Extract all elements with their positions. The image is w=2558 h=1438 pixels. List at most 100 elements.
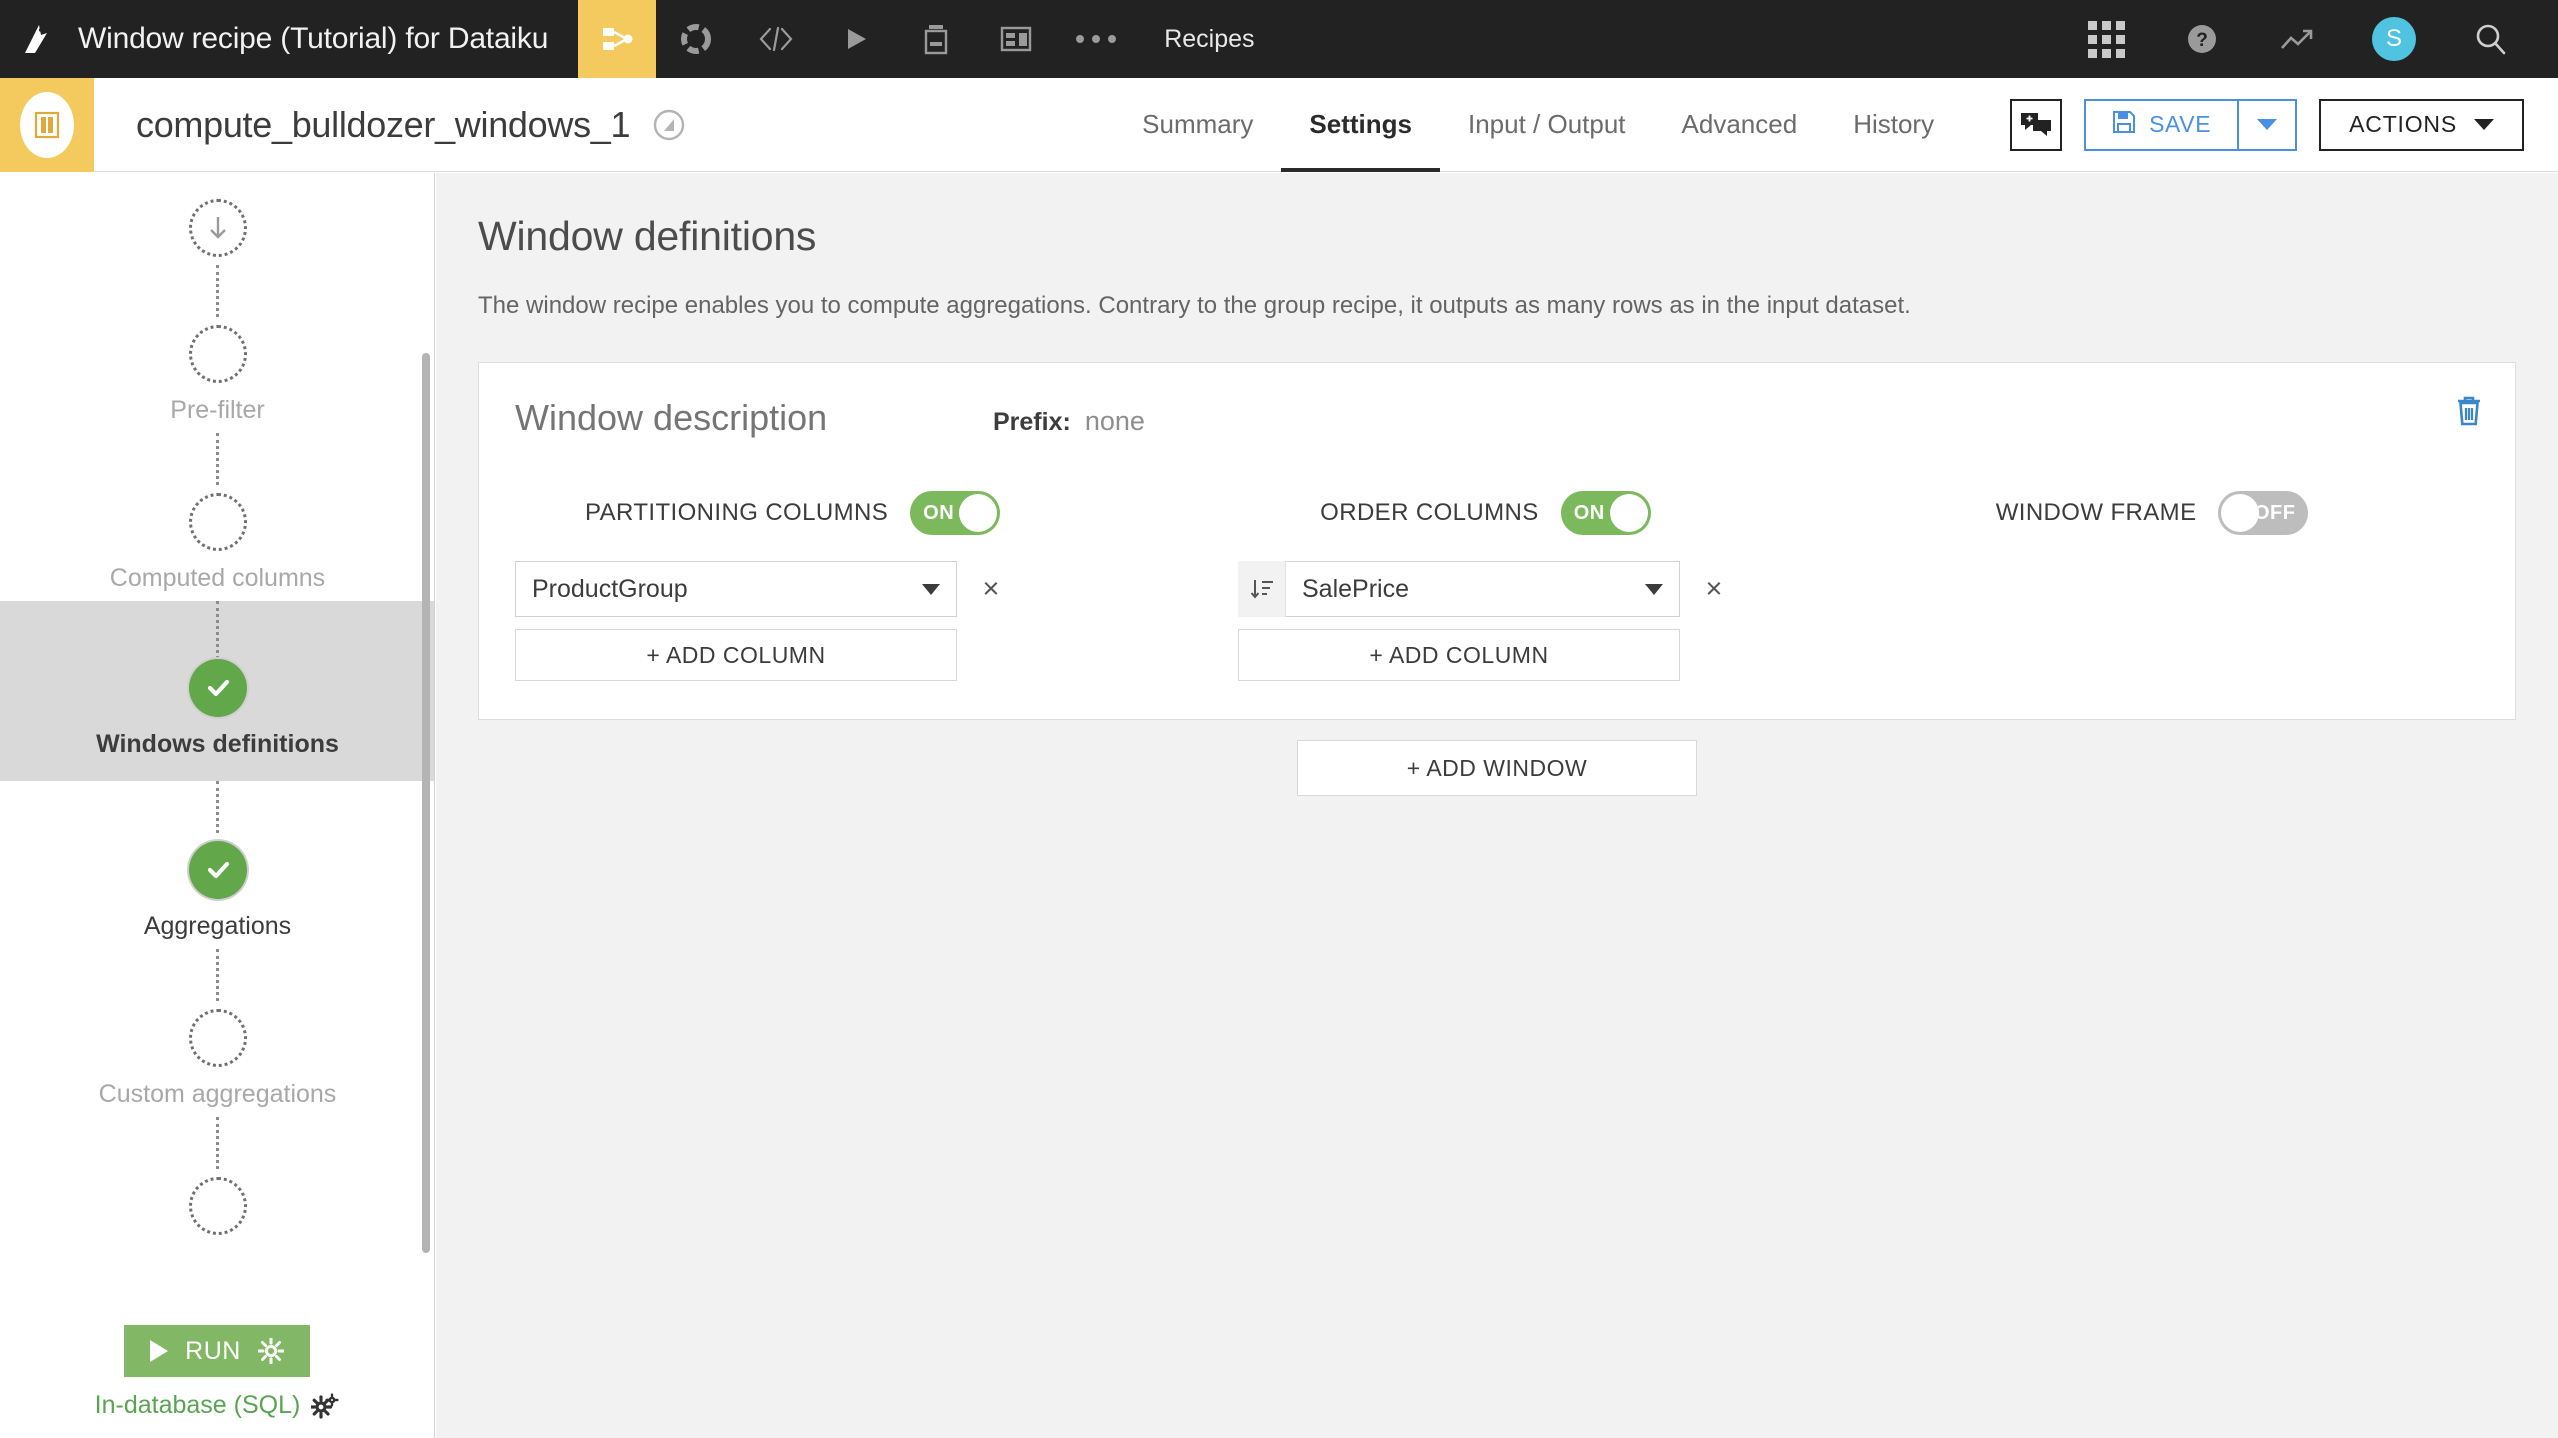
navbar-project-title: Window recipe (Tutorial) for Dataiku — [78, 22, 549, 55]
gears-icon[interactable] — [311, 1392, 339, 1419]
order-column-value: SalePrice — [1302, 574, 1409, 603]
run-button-label: RUN — [185, 1336, 241, 1365]
recipe-tabs: Summary Settings Input / Output Advanced… — [1114, 78, 1962, 172]
sidebar-scrollbar[interactable] — [422, 353, 430, 1253]
window-description-input[interactable] — [515, 397, 955, 439]
jobs-icon[interactable] — [896, 0, 976, 78]
svg-text:?: ? — [2196, 30, 2208, 51]
actions-button[interactable]: ACTIONS — [2319, 98, 2524, 151]
window-recipe-icon — [0, 77, 94, 172]
window-frame-toggle[interactable]: OFF — [2218, 491, 2309, 535]
apps-grid-icon[interactable] — [2058, 0, 2154, 78]
sidebar-step-pre-filter[interactable]: Pre-filter — [0, 317, 434, 433]
compass-icon[interactable] — [652, 108, 686, 142]
prefix-group[interactable]: Prefix: none — [993, 406, 1145, 437]
main-content: Window definitions The window recipe ena… — [436, 173, 2558, 1438]
page-title: compute_bulldozer_windows_1 — [136, 103, 631, 145]
play-icon — [150, 1340, 169, 1362]
flow-icon[interactable] — [578, 0, 657, 78]
toggles-row: PARTITIONING COLUMNS ON ORDER COLUMNS ON… — [515, 491, 2479, 535]
tab-history[interactable]: History — [1825, 78, 1962, 172]
sidebar-step-windows-definitions[interactable]: Windows definitions — [0, 601, 434, 781]
tab-settings[interactable]: Settings — [1281, 78, 1440, 172]
step-node — [188, 1009, 247, 1067]
steps-list: Pre-filter Computed columns Windows defi… — [0, 173, 434, 1243]
step-connector — [216, 265, 219, 317]
play-icon[interactable] — [816, 0, 896, 78]
run-button[interactable]: RUN — [124, 1325, 310, 1377]
sidebar-step-label: Custom aggregations — [98, 1080, 337, 1108]
prefix-value[interactable]: none — [1085, 406, 1145, 437]
header-actions-group: SAVE ACTIONS — [2010, 98, 2558, 151]
tab-input-output[interactable]: Input / Output — [1440, 78, 1654, 172]
remove-partitioning-column-button[interactable]: × — [979, 573, 1003, 606]
code-icon[interactable] — [736, 0, 816, 78]
card-header: Prefix: none — [515, 397, 2479, 439]
engine-status[interactable]: In-database (SQL) — [95, 1391, 340, 1420]
partitioning-column-row: ProductGroup × — [515, 561, 1003, 617]
order-column-select[interactable]: SalePrice — [1238, 561, 1680, 617]
engine-label: In-database (SQL) — [94, 1391, 301, 1419]
sort-descending-icon[interactable] — [1238, 561, 1286, 617]
save-dropdown-caret-icon[interactable] — [2239, 98, 2298, 151]
sidebar-step-label: Pre-filter — [170, 396, 265, 424]
gear-icon[interactable] — [257, 1338, 284, 1364]
search-icon[interactable] — [2442, 0, 2538, 78]
chevron-down-icon — [1645, 583, 1663, 595]
tab-advanced[interactable]: Advanced — [1654, 78, 1826, 172]
recipe-steps-sidebar: Pre-filter Computed columns Windows defi… — [0, 173, 435, 1438]
partitioning-columns-toggle[interactable]: ON — [910, 491, 1001, 535]
step-node-done — [188, 659, 247, 717]
more-dots-icon[interactable] — [1056, 0, 1136, 78]
step-node-done — [188, 841, 247, 899]
trend-icon[interactable] — [2250, 0, 2346, 78]
chevron-down-icon — [922, 583, 940, 595]
order-columns-toggle[interactable]: ON — [1560, 491, 1651, 535]
help-icon[interactable]: ? — [2154, 0, 2250, 78]
order-columns-block: SalePrice × + ADD COLUMN — [1238, 561, 1726, 681]
sidebar-step-output[interactable] — [0, 1169, 434, 1243]
save-button-label: SAVE — [2149, 111, 2212, 137]
discussions-add-icon[interactable] — [2010, 98, 2063, 151]
sidebar-step-aggregations[interactable]: Aggregations — [0, 833, 434, 949]
actions-button-label: ACTIONS — [2349, 111, 2457, 137]
navbar-right-group: ? S — [2058, 0, 2558, 78]
prefix-label: Prefix: — [993, 408, 1071, 436]
sidebar-step-custom-aggregations[interactable]: Custom aggregations — [0, 1001, 434, 1117]
avatar[interactable]: S — [2346, 0, 2442, 78]
sidebar-step-computed-columns[interactable]: Computed columns — [0, 485, 434, 601]
order-toggle-group: ORDER COLUMNS ON — [1320, 491, 1651, 535]
add-order-column-button[interactable]: + ADD COLUMN — [1238, 629, 1680, 681]
toggle-knob — [1609, 494, 1648, 532]
window-definition-card: Prefix: none PARTITIONING COLUMNS ON ORD… — [478, 362, 2516, 720]
tab-summary[interactable]: Summary — [1114, 78, 1281, 172]
navbar-section-label[interactable]: Recipes — [1136, 25, 1282, 54]
step-node — [188, 1177, 247, 1235]
add-partitioning-column-button[interactable]: + ADD COLUMN — [515, 629, 957, 681]
recipe-subheader: compute_bulldozer_windows_1 Summary Sett… — [0, 77, 2558, 172]
section-description: The window recipe enables you to compute… — [478, 292, 1911, 319]
dashboard-wheel-icon[interactable] — [656, 0, 736, 78]
step-connector — [216, 433, 219, 485]
save-button[interactable]: SAVE — [2084, 98, 2240, 151]
partitioning-columns-block: ProductGroup × + ADD COLUMN — [515, 561, 1003, 681]
partitioning-column-select[interactable]: ProductGroup — [515, 561, 957, 617]
sidebar-step-label: Computed columns — [109, 564, 326, 592]
run-zone: RUN In-database (SQL) — [0, 1325, 434, 1438]
columns-row: ProductGroup × + ADD COLUMN SalePrice × … — [515, 561, 2479, 681]
section-title: Window definitions — [478, 213, 817, 259]
toggle-knob — [2221, 494, 2260, 532]
add-window-button[interactable]: + ADD WINDOW — [1297, 740, 1697, 796]
step-connector — [216, 949, 219, 1001]
sidebar-step-label: Windows definitions — [96, 730, 339, 758]
window-frame-label: WINDOW FRAME — [1995, 499, 2197, 526]
avatar-initial: S — [2372, 17, 2416, 61]
remove-order-column-button[interactable]: × — [1702, 573, 1726, 606]
sidebar-step-label: Aggregations — [143, 912, 292, 940]
trash-icon[interactable] — [2453, 393, 2485, 427]
sidebar-step-input[interactable] — [0, 173, 434, 265]
dataiku-bird-logo-icon[interactable] — [0, 0, 78, 78]
toggle-knob — [959, 494, 998, 532]
partitioning-toggle-group: PARTITIONING COLUMNS ON — [585, 491, 1001, 535]
wiki-icon[interactable] — [976, 0, 1056, 78]
